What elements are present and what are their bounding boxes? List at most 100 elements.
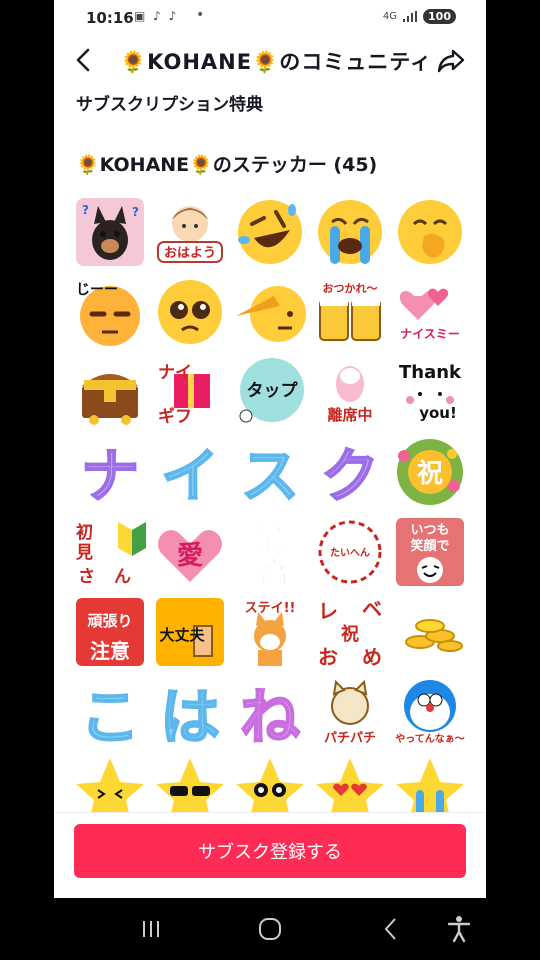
sticker-salute-emoji[interactable] [234, 276, 306, 348]
bottom-panel: サブスク登録する [54, 812, 486, 898]
sticker-ai[interactable]: 愛 [154, 516, 226, 588]
sticker-ku[interactable]: ク [314, 436, 386, 508]
sticker-sutei[interactable]: ステイ!! [234, 596, 306, 668]
sticker-rebe-text-3: 祝 [341, 623, 359, 645]
sticker-thank-you[interactable]: Thank you! [394, 356, 466, 428]
battery-badge: 100 [423, 9, 456, 24]
sticker-hand-over-mouth-emoji[interactable] [394, 196, 466, 268]
signal-icon [403, 11, 418, 22]
sticker-rebe-text-4: お [318, 645, 338, 668]
sticker-ku-text: ク [321, 442, 379, 508]
sticker-ha-text: は [160, 683, 220, 748]
status-dot: • [196, 7, 205, 23]
sticker-su-text: ス [241, 442, 299, 508]
sticker-tappu-text: タップ [247, 380, 299, 401]
sticker-star-heart-eyes[interactable] [314, 756, 386, 812]
sticker-rebe-text-5: め [362, 645, 382, 668]
sticker-egao-text: 笑顔で [410, 538, 449, 554]
sticker-ne[interactable]: ね [234, 676, 306, 748]
sticker-rofl-emoji[interactable] [234, 196, 306, 268]
system-back-button[interactable] [376, 914, 406, 944]
sticker-i[interactable]: イ [154, 436, 226, 508]
sticker-riseki[interactable]: 離席中 [314, 356, 386, 428]
sticker-taihen-text: たいへん [330, 547, 370, 559]
app-screen: 10:16 ▣ ♪ ♪ • 4G 100 🌻KOHANE🌻のコミュニティ サブス… [54, 0, 486, 898]
sticker-ha[interactable]: は [154, 676, 226, 748]
status-time: 10:16 [86, 9, 134, 27]
sticker-saikou[interactable]: 最高 [234, 516, 306, 589]
share-icon [437, 49, 465, 73]
notification-icons: ▣ ♪ ♪ [134, 9, 179, 23]
sticker-riseki-text: 離席中 [327, 406, 372, 424]
sticker-i-text: イ [161, 442, 219, 508]
sticker-sutei-text: ステイ!! [245, 601, 296, 616]
chevron-left-icon [76, 48, 90, 72]
sticker-daijoubu[interactable]: 大丈夫 [154, 596, 226, 668]
sticker-rebe-iwai[interactable]: レベ祝お め [314, 596, 386, 668]
system-nav-bar [0, 898, 540, 960]
recent-apps-icon [143, 921, 159, 937]
sticker-gift-text-1: ナイ [158, 363, 192, 383]
sticker-saikou-text-2: 高 [260, 556, 288, 588]
back-button[interactable] [70, 46, 98, 74]
sticker-ganbari[interactable]: 頑張り 注意 [74, 596, 146, 668]
sticker-na[interactable]: ナ [74, 436, 146, 508]
network-label: 4G [382, 11, 398, 22]
sticker-star-laughing[interactable] [74, 756, 146, 812]
sticker-yattennaa-text: やってんなぁ〜 [395, 733, 465, 745]
sticker-dog-photo[interactable]: ?? [74, 196, 146, 268]
sticker-treasure-chest[interactable] [74, 356, 146, 428]
svg-text:?: ? [82, 203, 89, 217]
sticker-naisumi-text: ナイスミー [400, 327, 460, 341]
home-button[interactable] [255, 914, 285, 944]
back-icon [384, 918, 396, 940]
sticker-yattennaa[interactable]: やってんなぁ〜 [394, 676, 466, 748]
sticker-rebe-text-1: レ [318, 599, 338, 623]
sticker-na-text: ナ [81, 442, 139, 508]
sticker-shoken-text-2: 見 [75, 543, 93, 563]
sticker-ai-text: 愛 [177, 541, 203, 571]
sticker-ganbari-text: 頑張り [86, 612, 132, 630]
recent-apps-button[interactable] [136, 914, 166, 944]
sticker-otsukare[interactable]: おつかれ〜 [314, 276, 386, 348]
sticker-pachipachi[interactable]: パチパチ [314, 676, 386, 748]
sticker-star-sunglasses[interactable] [154, 756, 226, 812]
sticker-shoken-text-4: ん [114, 567, 131, 587]
status-bar: 10:16 ▣ ♪ ♪ • 4G 100 [54, 0, 486, 36]
sticker-grid: ?? おはよう じーー おつかれ〜 ナイスミー ナイ ギフ タップ 離席中 Th… [72, 194, 472, 812]
sticker-ohayou-text: おはよう [164, 246, 216, 261]
sticker-taihen[interactable]: たいへん [314, 516, 386, 588]
sticker-gold-coins[interactable] [394, 596, 466, 668]
sticker-chuui-text: 注意 [90, 639, 130, 663]
sticker-ohayou[interactable]: おはよう [154, 196, 226, 268]
sticker-iwai[interactable]: 祝 [394, 436, 466, 508]
sticker-itsumo-text: いつも [410, 523, 449, 538]
sticker-naisu-gifu[interactable]: ナイ ギフ [154, 356, 226, 428]
sticker-jiii-emoji[interactable]: じーー [74, 276, 146, 348]
sticker-iwai-text: 祝 [417, 459, 443, 489]
sticker-tappu[interactable]: タップ [234, 356, 306, 428]
sticker-itsumo-egao[interactable]: いつも 笑顔で [394, 516, 466, 588]
svg-text:じーー: じーー [76, 282, 118, 298]
sticker-shoken[interactable]: 初見さん [74, 516, 146, 588]
sticker-naisumi[interactable]: ナイスミー [394, 276, 466, 348]
sticker-thank-text: Thank [399, 362, 462, 383]
sticker-su[interactable]: ス [234, 436, 306, 508]
accessibility-button[interactable] [444, 914, 474, 944]
sticker-ko-text: こ [80, 683, 140, 748]
sticker-pachipachi-text: パチパチ [324, 731, 376, 746]
sticker-section-title: 🌻KOHANE🌻のステッカー (45) [76, 154, 378, 176]
sticker-rebe-text-2: ベ [362, 597, 382, 621]
sticker-ne-text: ね [240, 683, 300, 748]
sticker-ko[interactable]: こ [74, 676, 146, 748]
sticker-crying-emoji[interactable] [314, 196, 386, 268]
section-subtitle: サブスクリプション特典 [76, 95, 263, 115]
sticker-star-crying[interactable] [394, 756, 466, 812]
sticker-star-sparkle-eyes[interactable] [234, 756, 306, 812]
subscribe-button[interactable]: サブスク登録する [74, 824, 466, 878]
home-icon [259, 918, 281, 940]
sticker-gift-text-2: ギフ [158, 407, 192, 427]
share-button[interactable] [436, 45, 466, 75]
sticker-pleading-emoji[interactable] [154, 276, 226, 348]
sticker-shoken-text-3: さ [78, 567, 95, 587]
